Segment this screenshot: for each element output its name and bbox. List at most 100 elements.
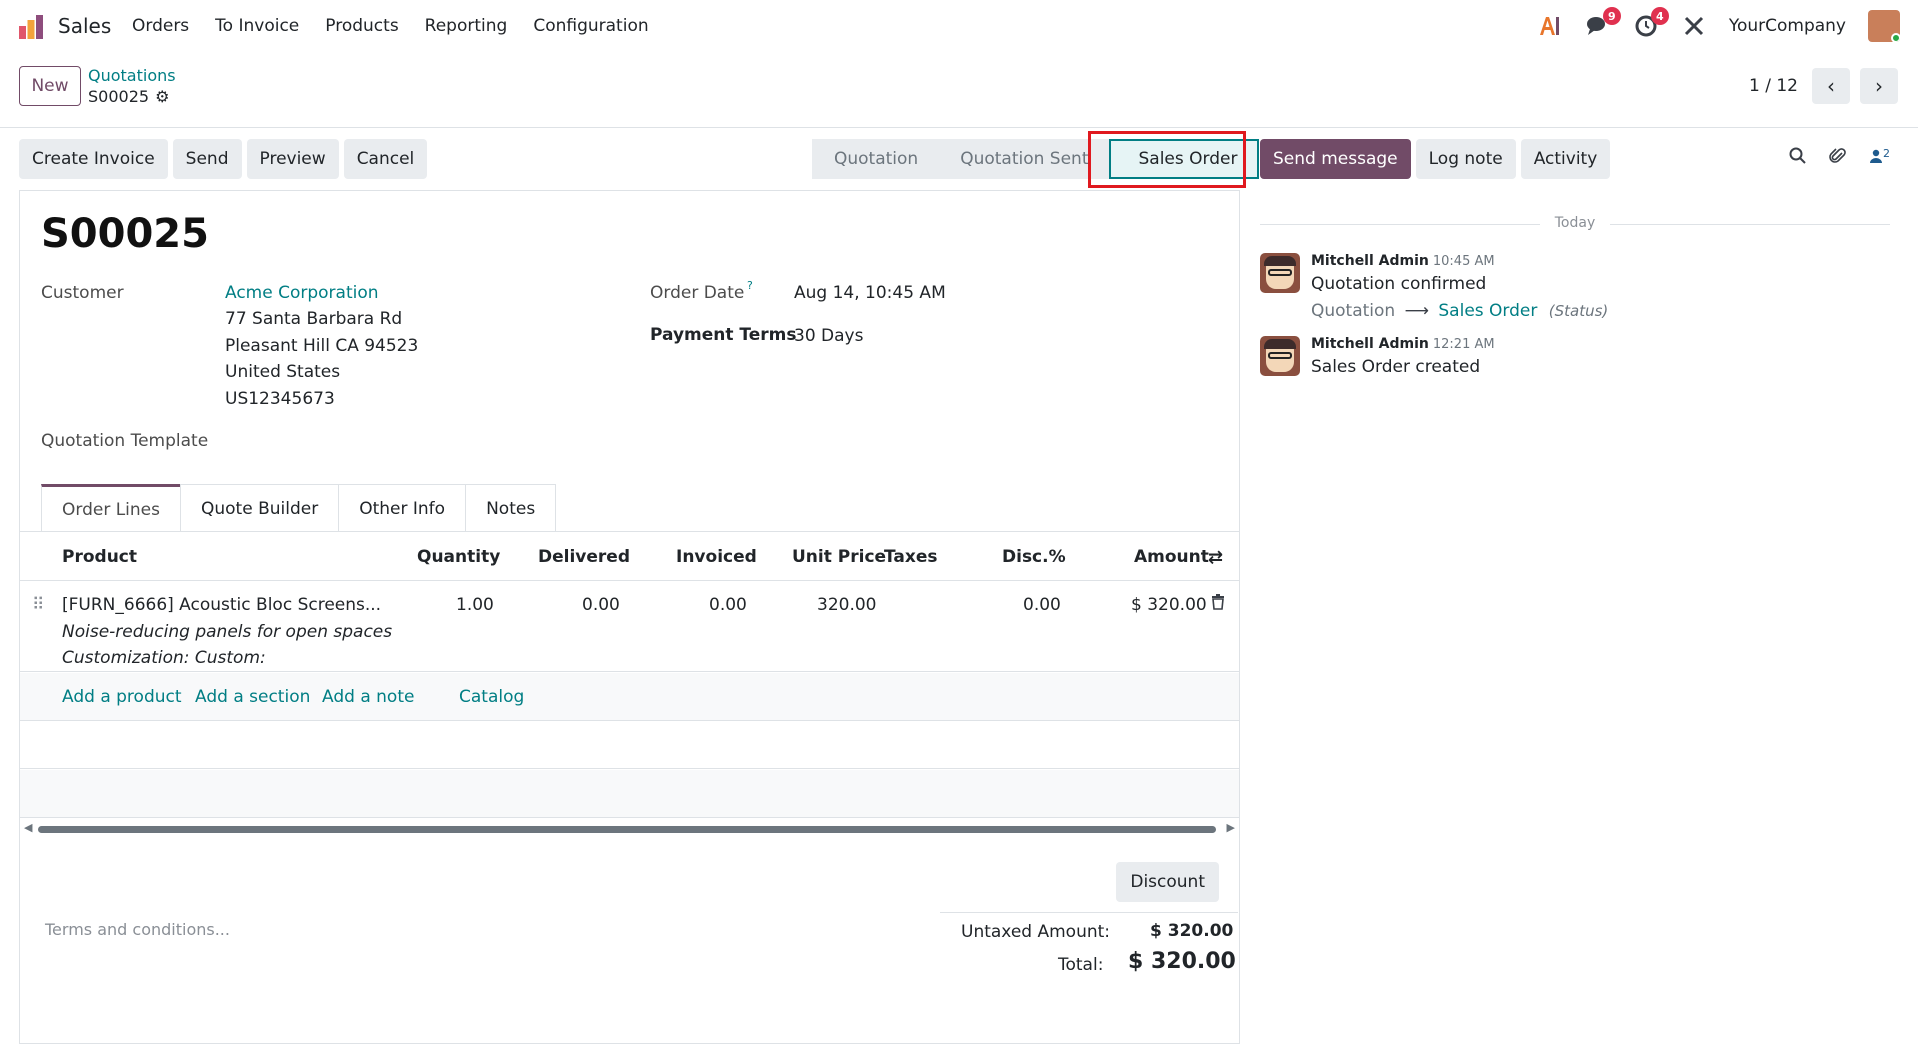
pager-value[interactable]: 1 / 12 — [1749, 76, 1798, 96]
menu-products[interactable]: Products — [325, 16, 398, 36]
app-name[interactable]: Sales — [58, 14, 111, 38]
message-author: Mitchell Admin 10:45 AM — [1311, 253, 1495, 269]
send-message-button[interactable]: Send message — [1260, 139, 1411, 179]
preview-button[interactable]: Preview — [246, 139, 339, 179]
online-status-dot — [1891, 33, 1900, 42]
activities-icon[interactable]: 4 — [1633, 7, 1669, 39]
add-note-link[interactable]: Add a note — [322, 687, 414, 707]
paperclip-icon[interactable] — [1829, 147, 1847, 170]
order-title: S00025 — [41, 211, 209, 257]
col-product[interactable]: Product — [62, 547, 137, 567]
message-time: 10:45 AM — [1432, 254, 1495, 269]
col-delivered[interactable]: Delivered — [538, 547, 630, 567]
customer-name-link[interactable]: Acme Corporation — [225, 283, 379, 303]
company-switcher[interactable]: YourCompany — [1729, 16, 1846, 36]
address-line: Pleasant Hill CA 94523 — [225, 336, 419, 356]
tools-icon[interactable] — [1681, 13, 1707, 39]
send-button[interactable]: Send — [172, 139, 242, 179]
scroll-thumb[interactable] — [38, 826, 1216, 833]
followers-icon[interactable]: 2 — [1869, 147, 1890, 170]
search-icon[interactable] — [1789, 147, 1807, 170]
pager: 1 / 12 ‹ › — [1749, 68, 1898, 104]
control-panel: New Quotations S00025 ⚙ 1 / 12 ‹ › — [0, 54, 1918, 128]
empty-row — [20, 722, 1239, 769]
cancel-button[interactable]: Cancel — [343, 139, 428, 179]
catalog-link[interactable]: Catalog — [459, 687, 524, 707]
line-quantity[interactable]: 1.00 — [456, 595, 494, 615]
table-row[interactable]: ⠿ [FURN_6666] Acoustic Bloc Screens... N… — [20, 582, 1239, 672]
tracking-old-value: Quotation — [1311, 301, 1396, 321]
help-icon[interactable]: ? — [747, 279, 753, 292]
order-lines-header: Product Quantity Delivered Invoiced Unit… — [20, 533, 1239, 581]
terms-input[interactable]: Terms and conditions... — [45, 920, 230, 939]
line-unit-price[interactable]: 320.00 — [817, 595, 876, 615]
line-invoiced: 0.00 — [709, 595, 747, 615]
drag-handle-icon[interactable]: ⠿ — [32, 595, 44, 615]
order-date-value[interactable]: Aug 14, 10:45 AM — [794, 283, 946, 303]
user-avatar[interactable] — [1868, 10, 1900, 42]
optional-columns-icon[interactable]: ⇄ — [1208, 547, 1223, 568]
line-discount[interactable]: 0.00 — [1023, 595, 1061, 615]
payment-terms-value[interactable]: 30 Days — [794, 326, 863, 346]
activity-button[interactable]: Activity — [1520, 139, 1611, 179]
discount-button[interactable]: Discount — [1116, 862, 1219, 902]
new-button[interactable]: New — [19, 66, 81, 106]
author-avatar[interactable] — [1260, 253, 1300, 293]
stage-sales-order[interactable]: Sales Order — [1108, 139, 1260, 179]
col-amount[interactable]: Amount — [1134, 547, 1209, 567]
message-body: Quotation confirmed — [1311, 274, 1487, 294]
payment-terms-label: Payment Terms — [650, 325, 797, 345]
author-name[interactable]: Mitchell Admin — [1311, 253, 1429, 269]
col-unit-price[interactable]: Unit Price — [792, 547, 886, 567]
add-section-link[interactable]: Add a section — [195, 687, 310, 707]
tracking-value: Quotation ⟶ Sales Order (Status) — [1311, 301, 1608, 321]
pager-previous-button[interactable]: ‹ — [1812, 68, 1850, 104]
menu-reporting[interactable]: Reporting — [425, 16, 508, 36]
messages-icon[interactable]: 9 — [1585, 7, 1621, 39]
address-line: 77 Santa Barbara Rd — [225, 309, 403, 329]
activities-badge: 4 — [1650, 7, 1669, 25]
stage-quotation[interactable]: Quotation — [812, 139, 939, 179]
message-body: Sales Order created — [1311, 357, 1481, 377]
col-taxes[interactable]: Taxes — [884, 547, 938, 567]
author-name[interactable]: Mitchell Admin — [1311, 336, 1429, 352]
tab-other-info[interactable]: Other Info — [338, 484, 467, 532]
trash-icon[interactable] — [1211, 594, 1225, 615]
menu-configuration[interactable]: Configuration — [533, 16, 648, 36]
ai-icon[interactable] — [1537, 13, 1563, 39]
sales-app-icon[interactable] — [18, 14, 44, 40]
tab-notes[interactable]: Notes — [465, 484, 557, 532]
menu-orders[interactable]: Orders — [132, 16, 189, 36]
line-delivered[interactable]: 0.00 — [582, 595, 620, 615]
add-product-link[interactable]: Add a product — [62, 687, 182, 707]
scroll-left-icon[interactable]: ◀ — [24, 821, 32, 834]
total-label: Total: — [1058, 955, 1104, 975]
col-discount[interactable]: Disc.% — [1002, 547, 1066, 567]
author-avatar[interactable] — [1260, 336, 1300, 376]
stage-quotation-sent[interactable]: Quotation Sent — [938, 139, 1109, 179]
line-product[interactable]: [FURN_6666] Acoustic Bloc Screens... — [62, 595, 381, 615]
total-value: $ 320.00 — [1128, 949, 1236, 974]
scroll-right-icon[interactable]: ▶ — [1227, 821, 1235, 834]
tab-order-lines[interactable]: Order Lines — [41, 484, 181, 532]
tracking-field: (Status) — [1548, 302, 1609, 320]
horizontal-scrollbar[interactable]: ◀ ▶ — [20, 821, 1239, 837]
gear-icon[interactable]: ⚙ — [155, 87, 169, 106]
col-invoiced[interactable]: Invoiced — [676, 547, 757, 567]
chevron-left-icon: ‹ — [1827, 74, 1835, 98]
tab-quote-builder[interactable]: Quote Builder — [180, 484, 340, 532]
totals-block: Untaxed Amount: $ 320.00 Total: $ 320.00 — [940, 912, 1238, 975]
top-navbar: Sales Orders To Invoice Products Reporti… — [0, 0, 1918, 54]
address-line: United States — [225, 362, 341, 382]
col-quantity[interactable]: Quantity — [417, 547, 500, 567]
menu-to-invoice[interactable]: To Invoice — [215, 16, 299, 36]
status-bar: Quotation Quotation Sent Sales Order — [812, 139, 1260, 179]
pager-next-button[interactable]: › — [1860, 68, 1898, 104]
breadcrumb-quotations[interactable]: Quotations — [88, 66, 176, 85]
chevron-right-icon: › — [1875, 74, 1883, 98]
breadcrumb-current-label: S00025 — [88, 87, 150, 106]
create-invoice-button[interactable]: Create Invoice — [19, 139, 168, 179]
messages-badge: 9 — [1602, 7, 1621, 25]
log-note-button[interactable]: Log note — [1415, 139, 1516, 179]
tracking-new-value: Sales Order — [1438, 301, 1538, 321]
